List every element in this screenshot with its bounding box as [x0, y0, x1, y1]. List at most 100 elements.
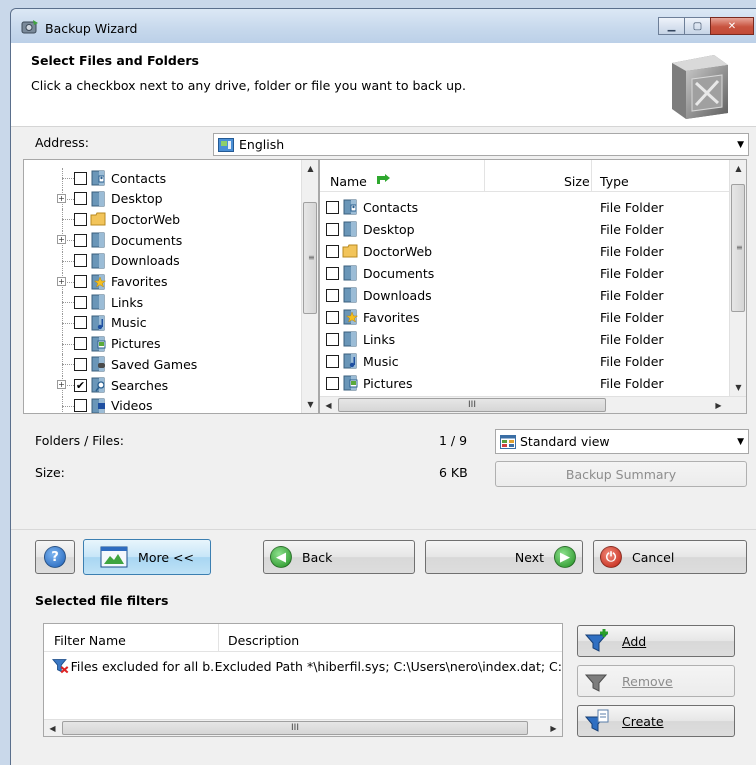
- view-dropdown[interactable]: Standard view ▼: [495, 429, 749, 454]
- file-row[interactable]: Documents File Folder: [320, 262, 729, 284]
- more-label: More <<: [138, 549, 194, 565]
- scroll-left-icon[interactable]: ◀: [44, 720, 61, 736]
- file-list[interactable]: Name Size Type ▲ ≡ ▼ ◀ III ▶ Contacts Fil…: [319, 159, 747, 414]
- file-row[interactable]: Links File Folder: [320, 328, 729, 350]
- sort-arrow-icon: [377, 174, 390, 184]
- add-filter-button[interactable]: Add: [577, 625, 735, 657]
- folder-tree[interactable]: ▲ ≡ ▼ Contacts + Desktop DoctorWeb + Document…: [23, 159, 319, 414]
- filters-list[interactable]: Filter Name Description Files excluded f…: [43, 623, 563, 737]
- file-checkbox[interactable]: [326, 266, 339, 280]
- expand-icon[interactable]: +: [57, 276, 66, 286]
- backup-wizard-icon: [21, 20, 38, 34]
- close-icon: ✕: [727, 20, 737, 32]
- scroll-down-icon[interactable]: ▼: [302, 396, 318, 413]
- tree-checkbox[interactable]: ✔: [74, 378, 87, 392]
- language-folder-icon: [218, 137, 234, 152]
- next-button[interactable]: Next ▶: [425, 540, 583, 574]
- expand-icon[interactable]: +: [57, 380, 66, 389]
- type-column-header[interactable]: Type: [600, 174, 629, 189]
- scroll-down-icon[interactable]: ▼: [730, 379, 746, 396]
- tree-checkbox[interactable]: [74, 357, 87, 371]
- tree-checkbox[interactable]: [74, 254, 87, 268]
- tree-checkbox[interactable]: [74, 399, 87, 413]
- scroll-thumb[interactable]: ≡: [303, 202, 317, 314]
- tree-checkbox[interactable]: [74, 171, 87, 185]
- scroll-thumb[interactable]: III: [62, 721, 528, 735]
- file-checkbox[interactable]: [326, 200, 339, 214]
- tree-checkbox[interactable]: [74, 316, 87, 330]
- back-arrow-icon: ◀: [270, 546, 292, 568]
- next-label: Next: [514, 549, 544, 565]
- music-folder-icon: [90, 315, 106, 331]
- tree-item-label: DoctorWeb: [111, 211, 181, 227]
- file-checkbox[interactable]: [326, 332, 339, 346]
- tree-checkbox[interactable]: [74, 233, 87, 247]
- expand-icon[interactable]: +: [57, 193, 66, 203]
- filter-name-column-header[interactable]: Filter Name: [54, 633, 126, 648]
- file-checkbox[interactable]: [326, 310, 339, 324]
- tree-checkbox[interactable]: [74, 192, 87, 206]
- file-list-vertical-scrollbar[interactable]: ▲ ≡ ▼: [729, 160, 746, 396]
- scroll-left-icon[interactable]: ◀: [320, 397, 337, 413]
- file-type: File Folder: [600, 375, 664, 391]
- more-button[interactable]: More <<: [83, 539, 211, 575]
- address-dropdown[interactable]: English ▼: [213, 133, 749, 156]
- scroll-up-icon[interactable]: ▲: [730, 160, 746, 177]
- file-name: Music: [363, 353, 399, 369]
- filters-section-title: Selected file filters: [35, 593, 169, 608]
- downloads-folder-icon: [90, 253, 106, 269]
- file-row[interactable]: Downloads File Folder: [320, 284, 729, 306]
- tree-item-label: Downloads: [111, 253, 180, 269]
- file-list-horizontal-scrollbar[interactable]: ◀ III ▶: [320, 396, 746, 413]
- tree-checkbox[interactable]: [74, 275, 87, 288]
- scroll-right-icon[interactable]: ▶: [545, 720, 562, 736]
- scroll-thumb[interactable]: III: [338, 398, 606, 412]
- file-checkbox[interactable]: [326, 376, 339, 390]
- file-row[interactable]: Contacts File Folder: [320, 196, 729, 218]
- tree-item-label: Contacts: [111, 170, 167, 186]
- maximize-button[interactable]: ▢: [684, 17, 711, 35]
- description-column-header[interactable]: Description: [228, 633, 299, 648]
- file-row[interactable]: Music File Folder: [320, 350, 729, 372]
- size-column-header[interactable]: Size: [564, 174, 590, 189]
- name-column-header[interactable]: Name: [330, 174, 367, 189]
- tree-checkbox[interactable]: [74, 212, 87, 226]
- file-checkbox[interactable]: [326, 354, 339, 368]
- back-button[interactable]: ◀ Back: [263, 540, 415, 574]
- file-type: File Folder: [600, 353, 664, 369]
- remove-label: Remove: [622, 673, 673, 689]
- file-checkbox[interactable]: [326, 244, 339, 258]
- searches-folder-icon: [90, 377, 106, 393]
- tree-vertical-scrollbar[interactable]: ▲ ≡ ▼: [301, 160, 318, 413]
- file-checkbox[interactable]: [326, 288, 339, 302]
- file-row[interactable]: Favorites File Folder: [320, 306, 729, 328]
- tree-item-label: Favorites: [111, 274, 168, 289]
- file-checkbox[interactable]: [326, 222, 339, 236]
- scroll-right-icon[interactable]: ▶: [710, 397, 727, 413]
- close-button[interactable]: ✕: [710, 17, 754, 35]
- filters-horizontal-scrollbar[interactable]: ◀ III ▶: [44, 719, 562, 736]
- file-row[interactable]: Desktop File Folder: [320, 218, 729, 240]
- maximize-icon: ▢: [692, 20, 703, 32]
- file-row[interactable]: Pictures File Folder: [320, 372, 729, 394]
- tree-checkbox[interactable]: [74, 295, 87, 309]
- filter-row[interactable]: Files excluded for all b... Excluded Pat…: [44, 656, 562, 676]
- create-filter-button[interactable]: Create: [577, 705, 735, 737]
- expand-icon[interactable]: +: [57, 235, 66, 245]
- file-name: Pictures: [363, 375, 413, 391]
- documents-folder-icon: [342, 265, 358, 281]
- scroll-up-icon[interactable]: ▲: [302, 160, 318, 177]
- tree-checkbox[interactable]: [74, 337, 87, 351]
- file-row[interactable]: DoctorWeb File Folder: [320, 240, 729, 262]
- cancel-button[interactable]: ⏻ Cancel: [593, 540, 747, 574]
- remove-filter-button[interactable]: Remove: [577, 665, 735, 697]
- tree-item-label: Music: [111, 315, 147, 331]
- scroll-thumb[interactable]: ≡: [731, 184, 745, 312]
- divider: [11, 529, 756, 530]
- backup-summary-button[interactable]: Backup Summary: [495, 461, 747, 487]
- help-button[interactable]: ?: [35, 540, 75, 574]
- favorites-folder-icon: [90, 274, 107, 290]
- minimize-button[interactable]: ▁: [658, 17, 685, 35]
